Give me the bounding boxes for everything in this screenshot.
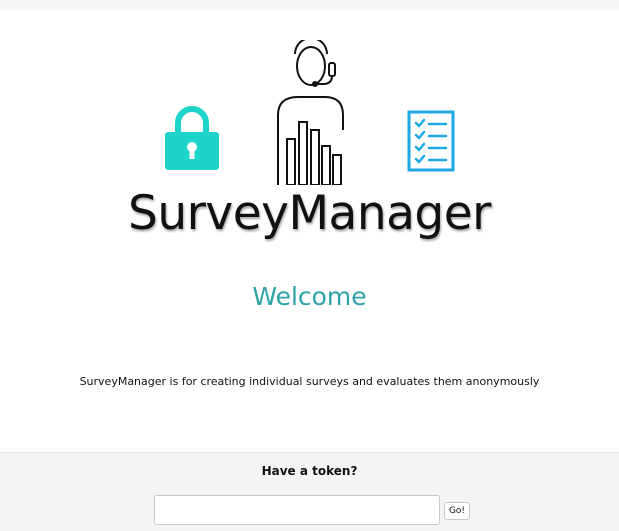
logo-row [0, 40, 619, 190]
support-agent-chart-icon [277, 40, 344, 185]
top-strip [0, 0, 619, 10]
description-text: SurveyManager is for creating individual… [79, 375, 540, 388]
brand-title: SurveyManager [127, 186, 492, 241]
welcome-heading: Welcome [252, 282, 367, 311]
page: SurveyManager Welcome SurveyManager is f… [0, 0, 619, 531]
go-button[interactable]: Go! [444, 502, 470, 520]
lock-icon [165, 106, 219, 170]
token-input[interactable] [154, 495, 440, 525]
token-heading: Have a token? [261, 464, 358, 478]
checklist-icon [407, 110, 455, 172]
token-panel: Have a token? Go! [0, 452, 619, 531]
